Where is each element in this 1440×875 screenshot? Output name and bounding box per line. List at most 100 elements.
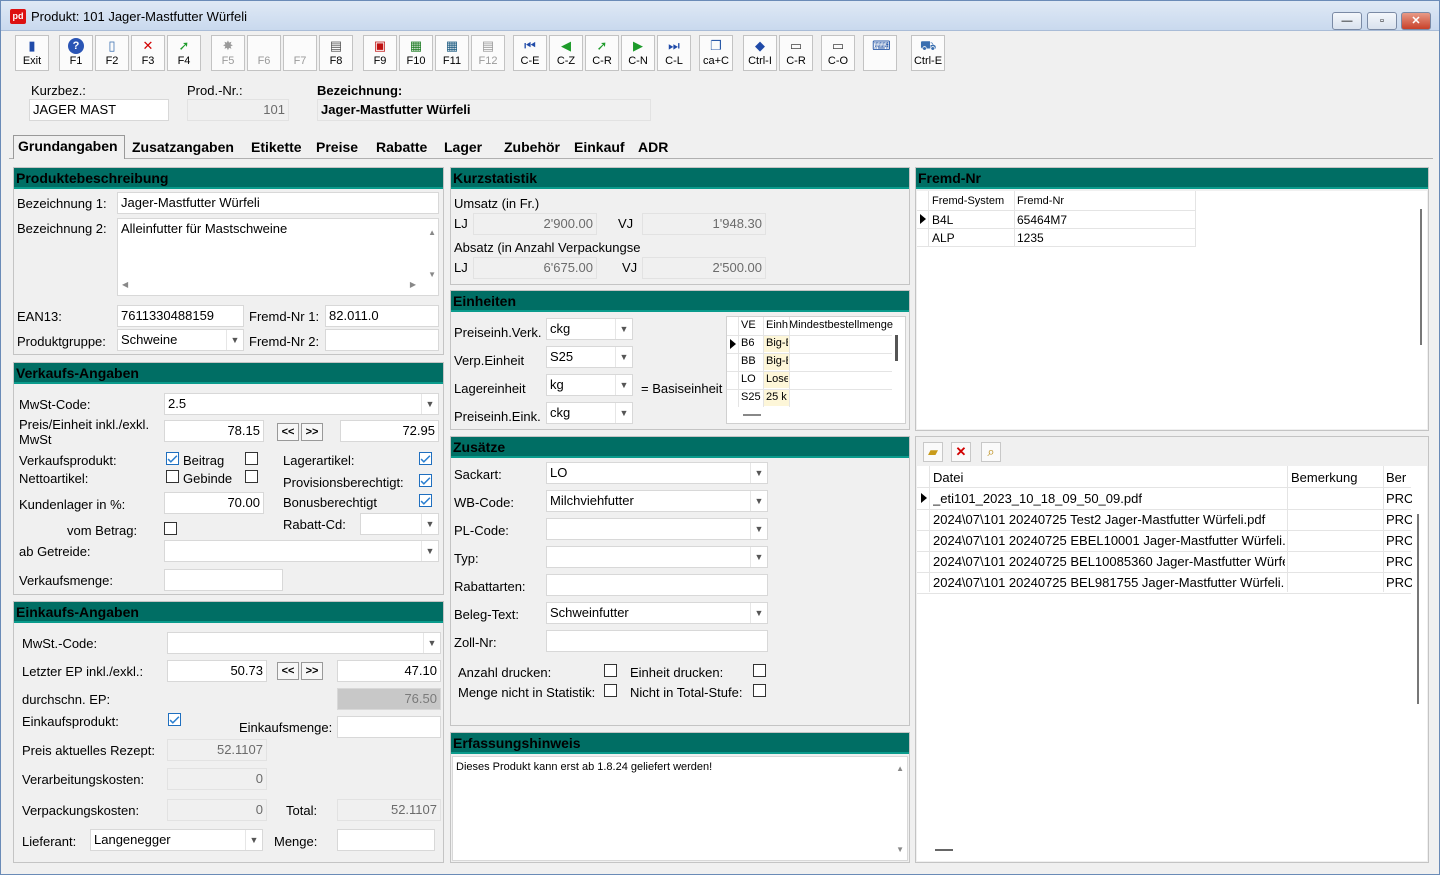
einheiten-cell[interactable]: S25 (741, 391, 763, 403)
preis-inkl-field[interactable]: 78.15 (164, 420, 264, 442)
einheiten-cell[interactable]: Big-B (766, 337, 788, 349)
ean-field[interactable]: 7611330488159 (117, 305, 244, 327)
tab-zusatzangaben[interactable]: Zusatzangaben (128, 137, 238, 159)
anzahl-checkbox[interactable] (604, 664, 617, 677)
toolbar-button-c-o[interactable]: ▭ C-O (821, 35, 855, 71)
absatz-lj-field[interactable]: 6'675.00 (473, 257, 597, 279)
scroll-down-icon[interactable]: ▼ (428, 267, 436, 283)
preis-verk-select[interactable]: ckg ▼ (546, 318, 633, 340)
chevron-down-icon[interactable]: ▼ (421, 514, 438, 534)
tab-adr[interactable]: ADR (634, 137, 672, 159)
ek-menge-field[interactable] (337, 716, 441, 738)
einheit-checkbox[interactable] (753, 664, 766, 677)
einheiten-cell[interactable]: Big-B (766, 355, 788, 367)
typ-select[interactable]: ▼ (546, 546, 768, 568)
provision-checkbox[interactable] (419, 474, 432, 487)
toolbar-button-f1[interactable]: ? F1 (59, 35, 93, 71)
netto-checkbox[interactable] (166, 470, 179, 483)
open-folder-button[interactable]: ▰ (923, 442, 943, 462)
rabattarten-field[interactable] (546, 574, 768, 596)
shift-left-button[interactable]: << (277, 423, 299, 441)
chevron-down-icon[interactable]: ▼ (421, 394, 438, 414)
dateien-grid[interactable]: Datei Bemerkung Ber _eti101_2023_10_18_0… (917, 466, 1427, 861)
file-cell[interactable]: PRO (1386, 491, 1412, 506)
einheiten-grid[interactable]: VE Einh. Mindestbestellmenge B6Big-BBBBi… (726, 316, 906, 424)
fremdnr-cell[interactable]: 65464M7 (1017, 213, 1067, 227)
fremdnr-grid[interactable]: Fremd-System Fremd-Nr B4L 65464M7 ALP 12… (917, 191, 1427, 429)
ep-shift-right-button[interactable]: >> (301, 662, 323, 680)
fremd1-field[interactable]: 82.011.0 (325, 305, 439, 327)
ek-produkt-checkbox[interactable] (168, 713, 181, 726)
dateien-hscrollbar[interactable] (935, 849, 953, 851)
fremdnr-cell[interactable]: B4L (932, 213, 953, 227)
toolbar-button-f11[interactable]: ▦ F11 (435, 35, 469, 71)
total-field[interactable]: 52.1107 (337, 799, 441, 821)
bez2-textarea[interactable]: Alleinfutter für Mastschweine ▲ ▼ ◀ ▶ (117, 218, 439, 296)
dep-field[interactable]: 76.50 (337, 688, 441, 710)
chevron-down-icon[interactable]: ▼ (750, 463, 767, 483)
shift-right-button[interactable]: >> (301, 423, 323, 441)
total-stufe-checkbox[interactable] (753, 684, 766, 697)
lager-select[interactable]: kg ▼ (546, 374, 633, 396)
toolbar-button-f10[interactable]: ▦ F10 (399, 35, 433, 71)
file-cell[interactable]: 2024\07\101 20240725 BEL981755 Jager-Mas… (933, 575, 1285, 590)
preis-eink-select[interactable]: ckg ▼ (546, 402, 633, 424)
toolbar-button-f5[interactable]: ✸ F5 (211, 35, 245, 71)
fremdnr-scrollbar[interactable] (1420, 209, 1422, 345)
beleg-select[interactable]: Schweinfutter ▼ (546, 602, 768, 624)
file-cell[interactable]: 2024\07\101 20240725 EBEL10001 Jager-Mas… (933, 533, 1285, 548)
scroll-up-icon[interactable]: ▲ (428, 225, 436, 241)
verpack-field[interactable]: 0 (167, 799, 267, 821)
chevron-down-icon[interactable]: ▼ (750, 603, 767, 623)
toolbar-button-f2[interactable]: ▯ F2 (95, 35, 129, 71)
toolbar-button-ctrl-i[interactable]: ◆ Ctrl-I (743, 35, 777, 71)
getreide-select[interactable]: ▼ (164, 540, 439, 562)
toolbar-button-f6[interactable]: F6 (247, 35, 281, 71)
gebinde-checkbox[interactable] (245, 470, 258, 483)
chevron-down-icon[interactable]: ▼ (423, 633, 440, 653)
verkaufsmenge-field[interactable] (164, 569, 283, 591)
file-cell[interactable]: PRO (1386, 554, 1412, 569)
toolbar-button-f4[interactable]: ➚ F4 (167, 35, 201, 71)
bonus-checkbox[interactable] (419, 494, 432, 507)
kundenlager-field[interactable]: 70.00 (164, 492, 264, 514)
file-cell[interactable]: PRO (1386, 575, 1412, 590)
einheiten-cell[interactable]: BB (741, 355, 763, 367)
close-button[interactable]: ✕ (1401, 12, 1431, 30)
produktgruppe-select[interactable]: Schweine ▼ (117, 329, 244, 351)
pl-select[interactable]: ▼ (546, 518, 768, 540)
umsatz-lj-field[interactable]: 2'900.00 (473, 213, 597, 235)
ek-mwst-select[interactable]: ▼ (167, 632, 441, 654)
toolbar-button-c-l[interactable]: ⏭ C-L (657, 35, 691, 71)
chevron-down-icon[interactable]: ▼ (750, 519, 767, 539)
ep-inkl-field[interactable]: 50.73 (167, 660, 267, 682)
tab-lager[interactable]: Lager (440, 137, 486, 159)
einheiten-cell[interactable]: Lose (766, 373, 788, 385)
toolbar-button-c-r[interactable]: ➚ C-R (585, 35, 619, 71)
beitrag-checkbox[interactable] (245, 452, 258, 465)
toolbar-button-keyboard[interactable]: ⌨ (863, 35, 897, 71)
scroll-right-icon[interactable]: ▶ (410, 277, 416, 293)
lmenge-field[interactable] (337, 829, 435, 851)
tab-einkauf[interactable]: Einkauf (570, 137, 629, 159)
chevron-down-icon[interactable]: ▼ (615, 347, 632, 367)
toolbar-button-c-n[interactable]: ▶ C-N (621, 35, 655, 71)
fremdnr-cell[interactable]: ALP (932, 231, 955, 245)
verarb-field[interactable]: 0 (167, 768, 267, 790)
mwst-select[interactable]: 2.5 ▼ (164, 393, 439, 415)
toolbar-button-c-r[interactable]: ▭ C-R (779, 35, 813, 71)
tab-etikette[interactable]: Etikette (247, 137, 306, 159)
grid-hscrollbar[interactable] (743, 414, 761, 416)
tab-zubehoer[interactable]: Zubehör (500, 137, 564, 159)
einheiten-cell[interactable]: B6 (741, 337, 763, 349)
ep-shift-left-button[interactable]: << (277, 662, 299, 680)
file-cell[interactable]: 2024\07\101 20240725 Test2 Jager-Mastfut… (933, 512, 1285, 527)
tab-grundangaben[interactable]: Grundangaben (13, 135, 125, 159)
tab-preise[interactable]: Preise (312, 137, 362, 159)
rezept-field[interactable]: 52.1107 (167, 739, 267, 761)
toolbar-button-c-e[interactable]: ⏮ C-E (513, 35, 547, 71)
sackart-select[interactable]: LO ▼ (546, 462, 768, 484)
bezeichnung-field[interactable]: Jager-Mastfutter Würfeli (317, 99, 651, 121)
umsatz-vj-field[interactable]: 1'948.30 (642, 213, 766, 235)
grid-scrollbar[interactable] (895, 335, 898, 361)
